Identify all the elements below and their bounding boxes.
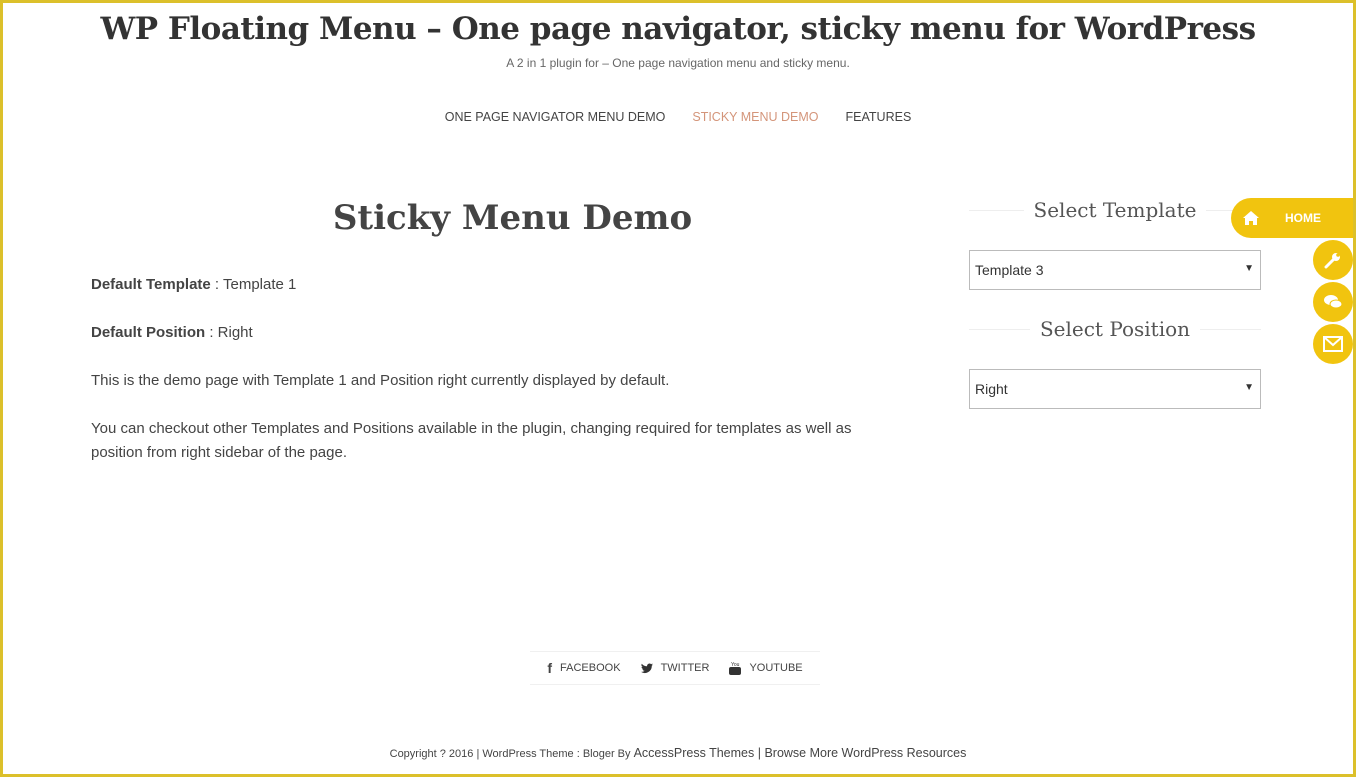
- default-template-label: Default Template: [91, 276, 211, 293]
- default-template-value: : Template 1: [210, 276, 297, 293]
- youtube-icon: You: [729, 662, 742, 675]
- footer: Copyright ? 2016 | WordPress Theme : Blo…: [3, 746, 1353, 760]
- default-position-label: Default Position: [91, 324, 206, 341]
- svg-text:You: You: [731, 662, 740, 668]
- dropdown-arrow-icon: ▼: [1244, 382, 1254, 393]
- select-position-heading: Select Position: [969, 317, 1261, 341]
- dropdown-arrow-icon: ▼: [1244, 263, 1254, 274]
- nav-item-one-page[interactable]: ONE PAGE NAVIGATOR MENU DEMO: [445, 110, 666, 124]
- page-content: Default Template : Template 1 Default Po…: [91, 273, 891, 489]
- paragraph: You can checkout other Templates and Pos…: [91, 420, 852, 461]
- default-position-value: : Right: [205, 324, 253, 341]
- youtube-link[interactable]: You YOUTUBE: [729, 661, 803, 675]
- page-title: Sticky Menu Demo: [332, 198, 693, 238]
- chat-icon: [1324, 295, 1343, 309]
- site-title[interactable]: WP Floating Menu – One page navigator, s…: [3, 11, 1353, 47]
- home-label: HOME: [1285, 211, 1321, 225]
- floating-chat-button[interactable]: [1313, 282, 1353, 322]
- main-nav: ONE PAGE NAVIGATOR MENU DEMO STICKY MENU…: [3, 110, 1353, 124]
- envelope-icon: [1323, 336, 1343, 352]
- wrench-icon: [1324, 253, 1340, 269]
- separator: |: [754, 746, 765, 760]
- facebook-icon: f: [547, 660, 553, 676]
- paragraph: This is the demo page with Template 1 an…: [91, 372, 670, 389]
- nav-item-sticky[interactable]: STICKY MENU DEMO: [692, 110, 818, 124]
- social-links: f FACEBOOK TWITTER You YOUTUBE: [530, 651, 820, 685]
- copyright-text: Copyright ? 2016 | WordPress Theme : Blo…: [389, 748, 634, 760]
- home-icon: [1243, 211, 1259, 225]
- floating-home-button[interactable]: HOME: [1231, 198, 1353, 238]
- twitter-icon: [640, 663, 653, 673]
- select-template-heading: Select Template: [969, 198, 1261, 222]
- facebook-link[interactable]: f FACEBOOK: [547, 660, 620, 676]
- site-tagline: A 2 in 1 plugin for – One page navigatio…: [506, 56, 850, 70]
- accesspress-themes-link[interactable]: AccessPress Themes: [634, 746, 755, 760]
- floating-email-button[interactable]: [1313, 324, 1353, 364]
- twitter-link[interactable]: TWITTER: [640, 662, 709, 674]
- position-select[interactable]: Right ▼: [969, 369, 1261, 409]
- template-select[interactable]: Template 3 ▼: [969, 250, 1261, 290]
- nav-item-features[interactable]: FEATURES: [846, 110, 912, 124]
- floating-tools-button[interactable]: [1313, 240, 1353, 280]
- browse-resources-link[interactable]: Browse More WordPress Resources: [764, 746, 966, 760]
